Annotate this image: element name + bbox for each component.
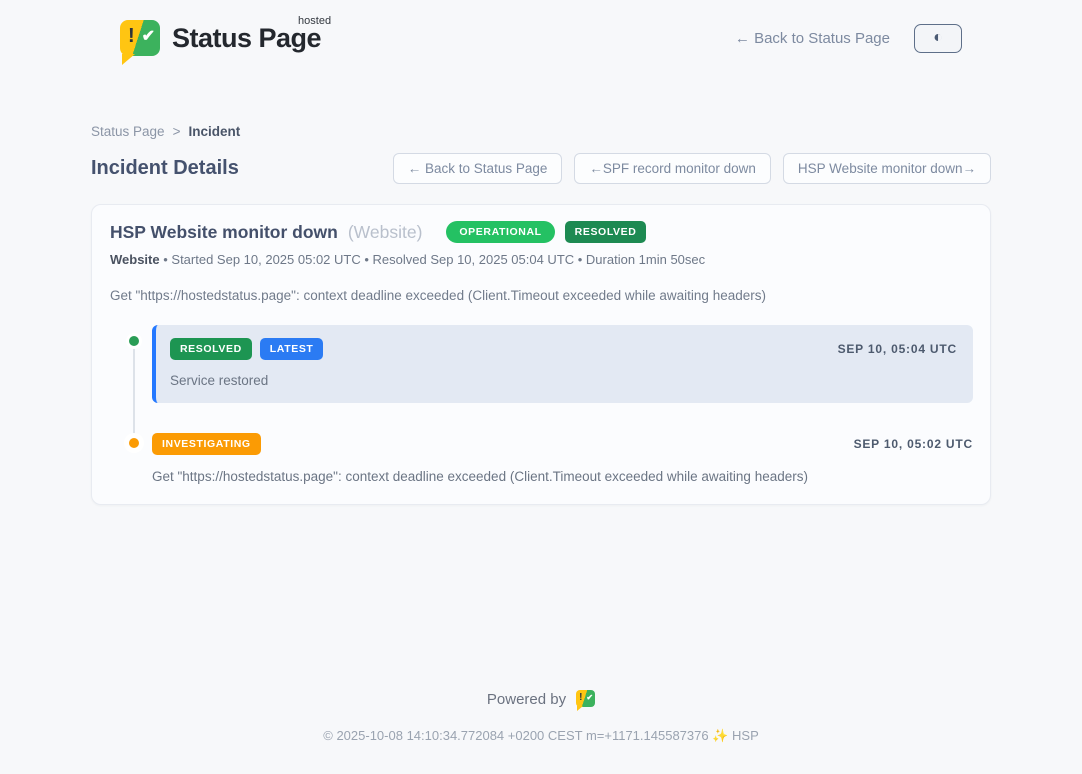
header-right: ← Back to Status Page ◐ [735, 24, 962, 53]
timeline-dot-orange [126, 435, 142, 451]
investigating-update-badge: INVESTIGATING [152, 433, 261, 455]
logo-text: Status Page hosted [172, 23, 321, 54]
incident-title-row: HSP Website monitor down (Website) OPERA… [110, 221, 973, 243]
breadcrumb: Status Page > Incident [91, 124, 991, 139]
status-page-logo-icon: ! ✔ [120, 20, 160, 56]
exclaim-glyph: ! [579, 692, 582, 703]
update-message: Get "https://hostedstatus.page": context… [152, 469, 973, 484]
resolved-badge: RESOLVED [565, 221, 647, 243]
incident-description: Get "https://hostedstatus.page": context… [110, 288, 973, 303]
back-to-status-page-button[interactable]: ← Back to Status Page [393, 153, 563, 184]
update-message: Service restored [170, 373, 957, 388]
breadcrumb-incident: Incident [188, 124, 240, 139]
latest-update-badge: LATEST [260, 338, 324, 360]
update-header: INVESTIGATING SEP 10, 05:02 UTC [152, 433, 973, 455]
main-container: Status Page > Incident Incident Details … [91, 124, 991, 774]
next-incident-button[interactable]: HSP Website monitor down→ [783, 153, 991, 184]
incident-nav-buttons: ← Back to Status Page ←SPF record monito… [393, 153, 991, 184]
meta-component: Website [110, 252, 160, 267]
check-glyph: ✔ [586, 693, 593, 702]
timeline-item-resolved: RESOLVED LATEST SEP 10, 05:04 UTC Servic… [110, 325, 973, 403]
incident-meta: Website • Started Sep 10, 2025 05:02 UTC… [110, 252, 973, 267]
exclaim-glyph: ! [128, 25, 135, 48]
header: ! ✔ Status Page hosted ← Back to Status … [0, 0, 1082, 76]
logo-hosted-label: hosted [298, 15, 331, 27]
logo[interactable]: ! ✔ Status Page hosted [120, 20, 321, 56]
timeline-dot-green [126, 333, 142, 349]
check-glyph: ✔ [142, 26, 155, 46]
footer: Powered by ! ✔ © 2025-10-08 14:10:34.772… [91, 691, 991, 774]
latest-update-panel: RESOLVED LATEST SEP 10, 05:04 UTC Servic… [152, 325, 973, 403]
incident-component: (Website) [348, 222, 423, 243]
incident-title: HSP Website monitor down [110, 222, 338, 243]
resolved-update-badge: RESOLVED [170, 338, 252, 360]
half-circle-icon: ◐ [933, 30, 943, 46]
update-header: RESOLVED LATEST SEP 10, 05:04 UTC [170, 338, 957, 360]
timeline-content: INVESTIGATING SEP 10, 05:02 UTC Get "htt… [152, 433, 973, 484]
footer-logo-icon[interactable]: ! ✔ [576, 690, 595, 707]
operational-badge: OPERATIONAL [446, 221, 554, 243]
timeline-content: RESOLVED LATEST SEP 10, 05:04 UTC Servic… [152, 325, 973, 403]
breadcrumb-separator: > [173, 124, 181, 139]
timeline-item-investigating: INVESTIGATING SEP 10, 05:02 UTC Get "htt… [110, 433, 973, 484]
powered-by: Powered by ! ✔ [91, 691, 991, 708]
breadcrumb-status-page[interactable]: Status Page [91, 124, 165, 139]
update-badges: INVESTIGATING [152, 433, 261, 455]
update-badges: RESOLVED LATEST [170, 338, 323, 360]
header-back-link[interactable]: ← Back to Status Page [735, 30, 890, 47]
meta-dates: • Started Sep 10, 2025 05:02 UTC • Resol… [163, 252, 705, 267]
copyright-line: © 2025-10-08 14:10:34.772084 +0200 CEST … [91, 728, 991, 774]
update-timestamp: SEP 10, 05:02 UTC [854, 437, 973, 451]
title-row: Incident Details ← Back to Status Page ←… [91, 153, 991, 184]
logo-bubble-tail [577, 706, 583, 711]
incident-timeline: RESOLVED LATEST SEP 10, 05:04 UTC Servic… [110, 325, 973, 484]
update-timestamp: SEP 10, 05:04 UTC [838, 342, 957, 356]
theme-toggle-button[interactable]: ◐ [914, 24, 962, 53]
logo-bubble-tail [122, 54, 135, 65]
powered-by-label: Powered by [487, 691, 566, 708]
incident-card: HSP Website monitor down (Website) OPERA… [91, 204, 991, 505]
previous-incident-button[interactable]: ←SPF record monitor down [574, 153, 771, 184]
page-title: Incident Details [91, 157, 239, 180]
